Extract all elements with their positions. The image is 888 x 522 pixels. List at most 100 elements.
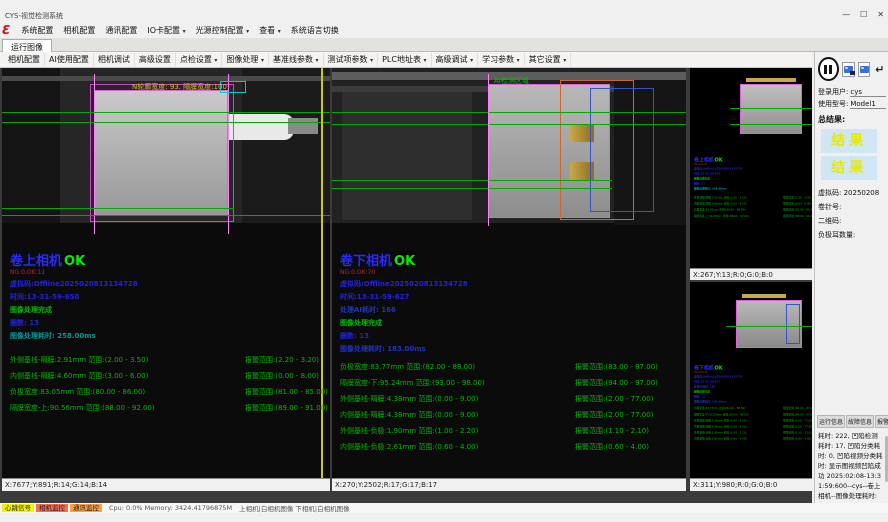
return-button[interactable]: ↵	[873, 62, 886, 77]
close-button[interactable]: ✕	[877, 10, 884, 19]
thumbnail-lower-view[interactable]: 卷下相机OK NG:0,OK:70 虚拟码:Offline20250208131…	[690, 282, 812, 478]
model-value[interactable]: Model1	[850, 100, 886, 109]
chevron-down-icon: ▾	[214, 57, 217, 64]
measurement-row: 隔膜宽度-下:95.24mm 范围:(93.00 - 98.00) 报警范围:(…	[340, 378, 686, 388]
turns-line: 圈数: 13	[10, 318, 330, 328]
measurement-value: 负极宽度:83.77mm 范围:(82.00 - 88.00)	[694, 407, 783, 411]
alarm-range: 报警范围:(94.00 - 97.00)	[575, 378, 658, 388]
time-line: 时间:13-31-59-627	[340, 292, 686, 302]
camera-view-lower[interactable]: AI检测区域 卷下相机OK NG:0,OK:70 虚拟码:Offline2025…	[332, 68, 686, 478]
virtual-code-line: 虚拟码:Offline2025020813134728	[340, 279, 686, 289]
minimize-button[interactable]: —	[842, 10, 850, 19]
menu-item[interactable]: 查看 ▾	[254, 23, 286, 38]
thumbnail-upper-statusbar: X:267;Y:13;R:0;G:0;B:0	[690, 268, 812, 280]
toolbar-item[interactable]: PLC地址表 ▾	[378, 53, 431, 66]
right-panel: ↵ 登录用户: cys 使用型号: Model1 总结果: 结果 结果 虚拟码:…	[814, 52, 888, 511]
return-arrow-icon: ↵	[875, 64, 884, 75]
green-baseline	[332, 180, 612, 181]
menu-item[interactable]: 系统语言切换	[286, 23, 344, 38]
menu-item[interactable]: IO卡配置 ▾	[142, 23, 190, 38]
result-ok-label: OK	[715, 366, 723, 372]
turns-line: 圈数: 13	[694, 395, 812, 399]
chevron-down-icon: ▾	[278, 28, 281, 35]
log-tab[interactable]: 报警信息	[875, 415, 888, 428]
app-statusbar: 心跳信号 相机监控 通讯监控 Cpu: 0.0% Memory: 3424.41…	[0, 503, 888, 513]
log-tab[interactable]: 运行信息	[817, 415, 845, 428]
menu-item[interactable]: 通讯配置	[100, 23, 142, 38]
log-section: 运行信息 故障信息 报警信息 耗时: 222, 凹陷检测耗时: 17, 凹陷分类…	[815, 411, 888, 512]
alarm-range: 报警范围:(2.20 - 3.20)	[245, 355, 319, 365]
toolbar-item[interactable]: 其它设置 ▾	[525, 53, 572, 66]
green-baseline	[332, 124, 686, 125]
menu-item[interactable]: 系统配置	[16, 23, 58, 38]
toolbar-item[interactable]: 点检设置 ▾	[176, 53, 223, 66]
camera-image-text: 上相机|白相机图像 下相机|白相机图像	[239, 503, 349, 513]
toolbar-item[interactable]: 高级调试 ▾	[432, 53, 479, 66]
status-badge: 相机监控	[36, 504, 68, 512]
measurement-row: 外侧基线-隔膜:2.91mm 范围:(2.00 - 3.50) 报警范围:(2.…	[694, 196, 812, 200]
measurement-value: 外侧基线-隔膜:2.91mm 范围:(2.00 - 3.50)	[694, 196, 783, 200]
toolbar-item[interactable]: 相机调试	[94, 53, 135, 66]
status-badges: 心跳信号 相机监控 通讯监控	[2, 504, 102, 512]
tab-run-image[interactable]: 运行图像	[2, 39, 52, 52]
measurement-value: 外侧基线-负极:1.90mm 范围:(1.00 - 2.20)	[340, 426, 575, 436]
time-line: 时间:13-31-59-650	[10, 292, 330, 302]
toolbar-item[interactable]: AI使用配置	[45, 53, 94, 66]
status-badge: 通讯监控	[70, 504, 102, 512]
alarm-range: 报警范围:(1.10 - 2.10)	[783, 431, 811, 435]
model-field: 使用型号: Model1	[815, 97, 888, 109]
pause-button[interactable]	[818, 57, 839, 81]
menu-item[interactable]: 光源控制配置 ▾	[191, 23, 255, 38]
measurement-list: 外侧基线-隔膜:2.91mm 范围:(2.00 - 3.50) 报警范围:(2.…	[10, 355, 330, 413]
toolbar-item[interactable]: 基准线参数 ▾	[269, 53, 324, 66]
elapsed-line: 图像处理耗时: 183.00ms	[340, 344, 686, 354]
chevron-down-icon: ▾	[370, 57, 373, 64]
measurement-row: 内侧基线-负极:2.61mm 范围:(0.60 - 4.00) 报警范围:(0.…	[694, 437, 812, 441]
login-user-label: 登录用户:	[818, 87, 848, 97]
elapsed-line: 图像处理耗时: 258.00ms	[10, 331, 330, 341]
maximize-button[interactable]: ☐	[860, 10, 867, 19]
image-view-button[interactable]	[858, 62, 871, 77]
ai-elapsed-line: 处理AI耗时: 166	[694, 385, 812, 389]
pink-guide-line	[228, 74, 229, 234]
result-ok-label: OK	[715, 158, 723, 164]
measurement-row: 内侧基线-负极:2.61mm 范围:(0.60 - 4.00) 报警范围:(0.…	[340, 442, 686, 452]
menu-item[interactable]: 相机配置	[58, 23, 100, 38]
pause-icon	[824, 65, 827, 74]
alarm-range: 报警范围:(2.00 - 77.00)	[575, 394, 653, 404]
alarm-range: 报警范围:(94.00 - 97.00)	[783, 413, 812, 417]
login-user-value[interactable]: cys	[850, 88, 886, 97]
log-tab[interactable]: 故障信息	[846, 415, 874, 428]
toolbar-item[interactable]: 图像处理 ▾	[222, 53, 269, 66]
measurement-value: 负极宽度:83.05mm 范围:(80.00 - 86.00)	[694, 208, 783, 212]
measurement-row: 内侧基线-隔膜:4.60mm 范围:(3.00 - 6.00) 报警范围:(0.…	[10, 371, 330, 381]
camera-view-upper[interactable]: N轮廓宽度: 93. 隔膜宽度:100 卷上相机OK NG:0,OK:11 虚拟…	[2, 68, 330, 478]
cpu-memory-text: Cpu: 0.0% Memory: 3424.41796875M	[109, 504, 232, 512]
turns-line: 圈数: 13	[340, 331, 686, 341]
window-controls: — ☐ ✕	[842, 10, 884, 19]
elapsed-line: 图像处理耗时: 183.00ms	[694, 400, 812, 404]
alarm-range: 报警范围:(89.00 - 91.00)	[783, 214, 812, 218]
result-ok-label: OK	[394, 254, 415, 269]
toolbar-item[interactable]: 相机配置	[4, 53, 45, 66]
thumbnail-upper-view[interactable]: 卷上相机OK NG:0,OK:11 虚拟码:Offline20250208131…	[690, 68, 812, 268]
green-baseline	[730, 108, 812, 109]
measurement-value: 外侧基线-隔膜:4.38mm 范围:(0.00 - 9.00)	[340, 394, 575, 404]
alarm-range: 报警范围:(0.00 - 8.00)	[245, 371, 319, 381]
alarm-range: 报警范围:(2.00 - 77.00)	[575, 410, 653, 420]
green-baseline	[2, 215, 330, 216]
tab-row: 运行图像	[0, 38, 888, 52]
toolbar-item[interactable]: 学习参数 ▾	[478, 53, 525, 66]
measurement-value: 隔膜宽度-上:90.56mm 范围:(88.00 - 92.00)	[694, 214, 783, 218]
toolbar-item[interactable]: 高级设置	[135, 53, 176, 66]
lower-camera-overlay: 卷下相机OK NG:0,OK:70 虚拟码:Offline20250208131…	[340, 250, 686, 452]
measurement-list: 负极宽度:83.77mm 范围:(82.00 - 88.00) 报警范围:(83…	[694, 407, 812, 441]
measurement-row: 负极宽度:83.77mm 范围:(82.00 - 88.00) 报警范围:(83…	[340, 362, 686, 372]
process-done-line: 图像处理完成	[340, 318, 686, 328]
measurement-list: 负极宽度:83.77mm 范围:(82.00 - 88.00) 报警范围:(83…	[340, 362, 686, 452]
alarm-range: 报警范围:(1.10 - 2.10)	[575, 426, 649, 436]
image-capture-button[interactable]	[842, 62, 855, 77]
alarm-range: 报警范围:(83.00 - 87.00)	[575, 362, 658, 372]
toolbar-item[interactable]: 测试项参数 ▾	[324, 53, 379, 66]
chevron-down-icon: ▾	[563, 57, 566, 64]
